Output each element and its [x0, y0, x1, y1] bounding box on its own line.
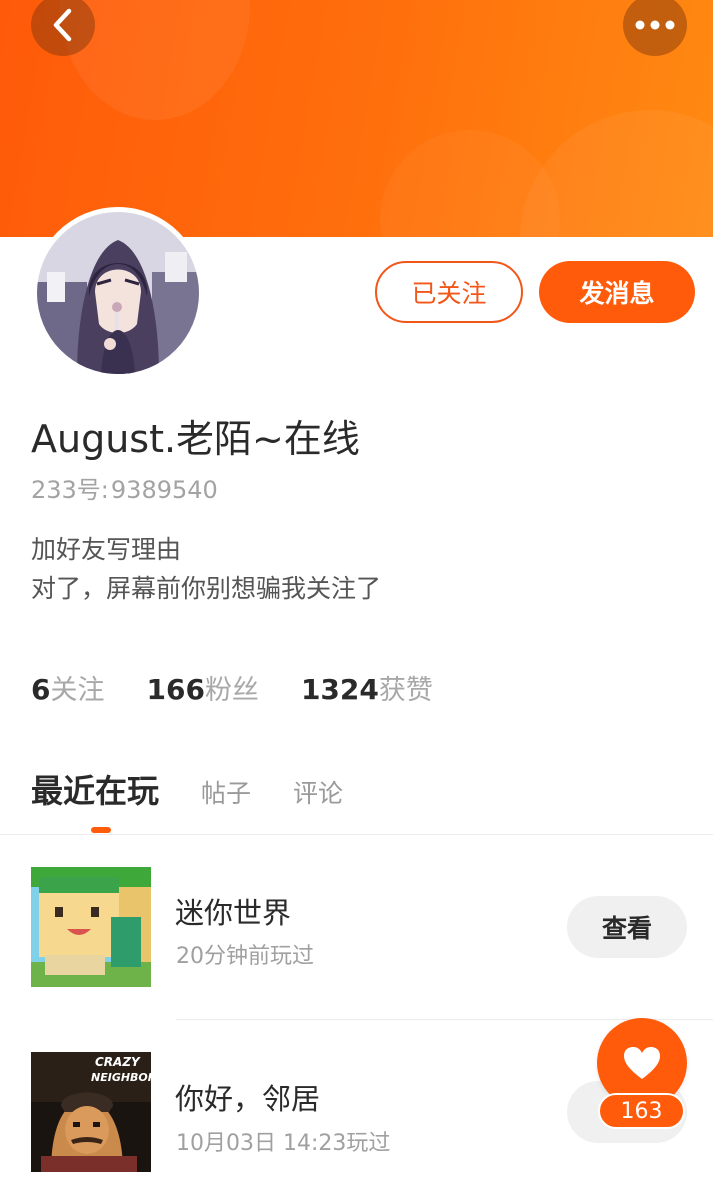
avatar-image — [37, 212, 199, 374]
stat-likes: 1324 获赞 — [301, 668, 433, 707]
stat-likes-label: 获赞 — [378, 675, 433, 706]
stat-fans-count: 166 — [146, 673, 205, 706]
stat-likes-count: 1324 — [300, 673, 379, 706]
user-id-value: 9389540 — [110, 476, 218, 504]
game-name: 迷你世界 — [175, 896, 292, 930]
game-last-played: 20分钟前玩过 — [176, 944, 314, 969]
stat-following-label: 关注 — [50, 675, 105, 706]
tab-posts[interactable]: 帖子 — [201, 774, 251, 810]
list-item[interactable]: 迷你世界 20分钟前玩过 查看 — [0, 867, 713, 1017]
tab-comments[interactable]: 评论 — [293, 774, 343, 810]
game-last-played: 10月03日 14:23玩过 — [176, 1131, 391, 1156]
game-name: 你好，邻居 — [175, 1082, 321, 1116]
bio: 加好友写理由 对了，屏幕前你别想骗我关注了 — [31, 530, 381, 608]
stat-following[interactable]: 6 关注 — [31, 668, 104, 707]
stat-fans-label: 粉丝 — [204, 675, 259, 706]
user-id-label: 233号: — [31, 476, 109, 504]
hello-neighbor-game-icon: CRAZY NEIGHBOR — [31, 1052, 151, 1172]
send-message-button[interactable]: 发消息 — [539, 261, 695, 323]
profile-tabs: 最近在玩 帖子 评论 — [31, 766, 385, 812]
game-thumb-title: NEIGHBOR — [91, 1071, 151, 1084]
bio-line: 对了，屏幕前你别想骗我关注了 — [31, 574, 382, 603]
like-count-badge: 163 — [598, 1093, 685, 1129]
followed-button[interactable]: 已关注 — [375, 261, 523, 323]
profile-stats: 6 关注 166 粉丝 1324 获赞 — [31, 668, 475, 707]
game-thumbnail — [31, 867, 151, 987]
divider — [0, 834, 713, 835]
mini-world-game-icon — [31, 867, 151, 987]
avatar[interactable] — [32, 207, 204, 379]
profile-banner — [0, 0, 713, 237]
view-button[interactable]: 查看 — [567, 896, 687, 958]
chevron-left-icon — [53, 8, 72, 42]
bio-line: 加好友写理由 — [31, 535, 182, 564]
game-thumb-title: CRAZY — [95, 1055, 141, 1069]
active-tab-indicator — [91, 827, 111, 833]
user-id: 233号:9389540 — [31, 470, 218, 505]
game-thumbnail: CRAZY NEIGHBOR — [31, 1052, 151, 1172]
tab-recently-played[interactable]: 最近在玩 — [31, 766, 159, 812]
more-button[interactable] — [623, 0, 687, 56]
heart-icon — [624, 1047, 660, 1079]
stat-fans[interactable]: 166 粉丝 — [146, 668, 258, 707]
more-horizontal-icon — [635, 20, 675, 30]
banner-decoration — [380, 130, 560, 237]
username: August.老陌~在线 — [31, 417, 360, 461]
stat-following-count: 6 — [31, 673, 51, 706]
